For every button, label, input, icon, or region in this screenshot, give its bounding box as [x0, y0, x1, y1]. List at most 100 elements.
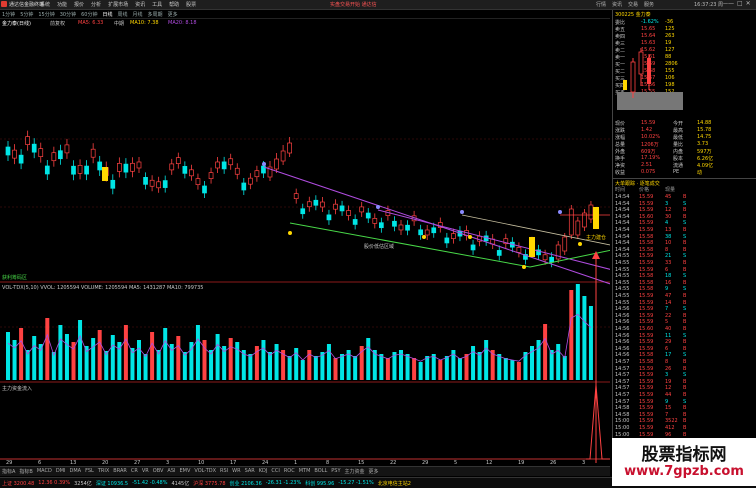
period-tab[interactable]: 多周期: [148, 11, 163, 18]
indicator-tab[interactable]: CCI: [271, 468, 279, 475]
period-tab[interactable]: 更多: [168, 11, 178, 18]
order-book-row[interactable]: 委比 -1.62% -36: [613, 19, 756, 26]
indicator-tab[interactable]: 主力资金: [345, 468, 365, 475]
menu-item[interactable]: 股票: [186, 1, 196, 8]
tick-price: 15.58: [639, 359, 654, 365]
indicator-tab[interactable]: OBV: [153, 468, 164, 475]
tick-price: 15.58: [639, 352, 654, 359]
arrow-up-icon: B: [683, 279, 687, 286]
top-button[interactable]: 服务: [644, 1, 654, 8]
tick-price: 15.60: [639, 326, 654, 332]
menu-item[interactable]: 报价: [74, 1, 84, 8]
tick-price: 15.58: [639, 273, 654, 280]
tick-price: 15.59: [639, 306, 654, 313]
kline-chart-area[interactable]: 29 6 13 20 27 3 10 17 24 1 8 15 22 29 5 12 19 26 3: [0, 27, 610, 465]
indicator-tab[interactable]: RSI: [220, 468, 228, 475]
indicator-tab[interactable]: MACD: [37, 468, 52, 475]
indicator-tab[interactable]: 指标A: [2, 468, 15, 475]
close-icon[interactable]: ✕: [746, 0, 751, 7]
volume-bar: [32, 336, 37, 380]
annotation-2: 主力建仓: [586, 235, 607, 241]
indicator-tab[interactable]: TRIX: [98, 468, 109, 475]
menu-item[interactable]: 帮助: [169, 1, 179, 8]
tick-price: 15.59: [639, 312, 654, 319]
candle-body: [97, 161, 103, 171]
tick-time: 14:54: [615, 233, 630, 240]
ticks-header-vol: 现量: [665, 187, 676, 193]
indicator-tab[interactable]: 指标B: [19, 468, 32, 475]
indicator-tab[interactable]: ASI: [167, 468, 175, 475]
tick-price: 15.59: [639, 339, 654, 346]
period-tab[interactable]: 5分钟: [20, 11, 33, 18]
stat-key: 最低: [673, 135, 684, 141]
indicator-tab[interactable]: SAR: [245, 468, 255, 475]
indicator-tab[interactable]: CR: [131, 468, 138, 475]
period-tab[interactable]: 30分钟: [60, 11, 76, 18]
period-tab[interactable]: 日线: [103, 11, 113, 18]
menu-item[interactable]: 分析: [91, 1, 101, 8]
menu-item[interactable]: 工具: [152, 1, 162, 8]
volume-bar: [431, 354, 436, 380]
top-button[interactable]: 资讯: [612, 1, 622, 8]
tick-price: 15.58: [639, 286, 654, 293]
indicator-tab[interactable]: KDJ: [259, 468, 268, 475]
indicator-tab[interactable]: WR: [232, 468, 240, 475]
candle-body: [169, 163, 175, 171]
status-item: 3254亿: [74, 481, 92, 487]
indicator-tab[interactable]: EMV: [179, 468, 190, 475]
indicator-tab[interactable]: VR: [142, 468, 149, 475]
tick-price: 15.59: [639, 392, 654, 398]
period-tab[interactable]: 1分钟: [2, 11, 15, 18]
x-axis-tick: 26: [550, 460, 556, 465]
indicator-tab[interactable]: VOL-TDX: [194, 468, 216, 475]
period-tab[interactable]: 15分钟: [38, 11, 54, 18]
x-axis-tick: 29: [422, 460, 428, 465]
candle-body: [424, 229, 430, 236]
volume-bar: [333, 358, 338, 380]
tick-time: 14:55: [615, 266, 630, 273]
x-axis-tick: 3: [582, 460, 585, 465]
volume-bar: [78, 320, 83, 380]
minimize-icon[interactable]: —: [728, 0, 734, 7]
ticks-header-price: 价格: [639, 187, 650, 193]
volume-bar: [575, 284, 580, 380]
candle-body: [516, 247, 522, 253]
indicator-tab[interactable]: ROC: [284, 468, 295, 475]
tick-time: 14:54: [615, 207, 630, 214]
stat-key: 现价: [615, 121, 626, 127]
annotation-3: 获利筹码区: [2, 275, 28, 281]
indicator-tab[interactable]: FSL: [85, 468, 94, 475]
x-axis-tick: 19: [518, 460, 524, 465]
indicator-tab[interactable]: PSY: [331, 468, 340, 475]
x-axis-tick: 3: [166, 460, 169, 465]
tick-time: 14:56: [615, 319, 630, 326]
maximize-icon[interactable]: □: [737, 0, 743, 7]
menu-item[interactable]: 资讯: [135, 1, 145, 8]
menu-item[interactable]: 系统: [40, 1, 50, 8]
top-button[interactable]: 行情: [596, 1, 606, 8]
period-tab[interactable]: 月线: [133, 11, 143, 18]
volume-bar: [300, 360, 305, 380]
volume-bar: [150, 332, 155, 380]
top-button[interactable]: 交易: [628, 1, 638, 8]
menu-item[interactable]: 扩展市场: [108, 1, 128, 8]
period-tab[interactable]: 60分钟: [81, 11, 97, 18]
tick-time: 14:57: [615, 398, 630, 405]
indicator-tab[interactable]: DMI: [56, 468, 66, 475]
volume-bar: [215, 334, 220, 380]
candle-body: [496, 250, 502, 256]
indicator-tab[interactable]: 更多: [369, 468, 379, 475]
menu-item[interactable]: 功能: [57, 1, 67, 8]
tick-price: 15.59: [639, 418, 654, 425]
tick-volume: 17: [665, 352, 672, 359]
status-item: 12.36 0.39%: [38, 480, 71, 486]
stat-key: 涨跌: [615, 128, 626, 134]
indicator-tab[interactable]: MTM: [299, 468, 311, 475]
candle-body: [228, 158, 234, 166]
indicator-tab[interactable]: DMA: [70, 468, 82, 475]
candle-body: [51, 152, 57, 162]
indicator-tab[interactable]: BOLL: [314, 468, 327, 475]
indicator-tab[interactable]: BRAR: [113, 468, 127, 475]
period-tab[interactable]: 周线: [118, 11, 128, 18]
x-axis-tick: 12: [486, 460, 492, 465]
